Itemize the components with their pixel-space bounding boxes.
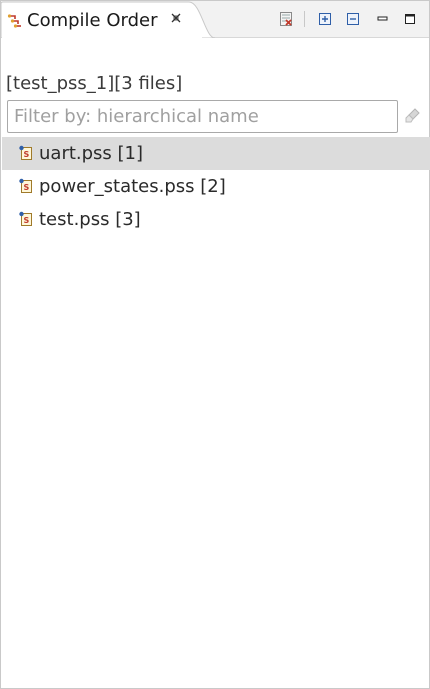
pss-file-icon: S — [19, 211, 33, 227]
compile-order-list: S uart.pss [1] S power_states.pss [2] S — [2, 137, 430, 236]
compile-summary: [test_pss_1][3 files] — [6, 73, 183, 94]
tab-title: Compile Order — [27, 10, 158, 31]
list-item-label: power_states.pss [2] — [39, 176, 226, 197]
svg-text:S: S — [24, 216, 30, 225]
collapse-all-icon[interactable] — [345, 11, 361, 27]
svg-text:S: S — [24, 183, 30, 192]
pss-file-icon: S — [19, 178, 33, 194]
compile-order-tab[interactable]: Compile Order — [1, 1, 215, 38]
minimize-icon[interactable] — [375, 11, 391, 27]
list-item-label: uart.pss [1] — [39, 143, 144, 164]
list-item-label: test.pss [3] — [39, 209, 141, 230]
filter-input[interactable] — [7, 100, 398, 133]
list-item[interactable]: S power_states.pss [2] — [2, 170, 430, 203]
svg-text:S: S — [24, 150, 30, 159]
view-tab-strip: Compile Order — [1, 1, 429, 38]
maximize-icon[interactable] — [402, 11, 418, 27]
close-icon[interactable] — [171, 13, 183, 25]
pss-file-icon: S — [19, 145, 33, 161]
compile-order-view: Compile Order [test_pss_1][3 files] Filt… — [0, 0, 430, 689]
export-icon[interactable] — [278, 11, 294, 27]
clear-filter-icon[interactable] — [404, 107, 422, 125]
compile-order-icon — [7, 13, 23, 29]
toolbar-separator — [304, 11, 305, 27]
expand-all-icon[interactable] — [317, 11, 333, 27]
list-item[interactable]: S test.pss [3] — [2, 203, 430, 236]
list-item[interactable]: S uart.pss [1] — [2, 137, 430, 170]
